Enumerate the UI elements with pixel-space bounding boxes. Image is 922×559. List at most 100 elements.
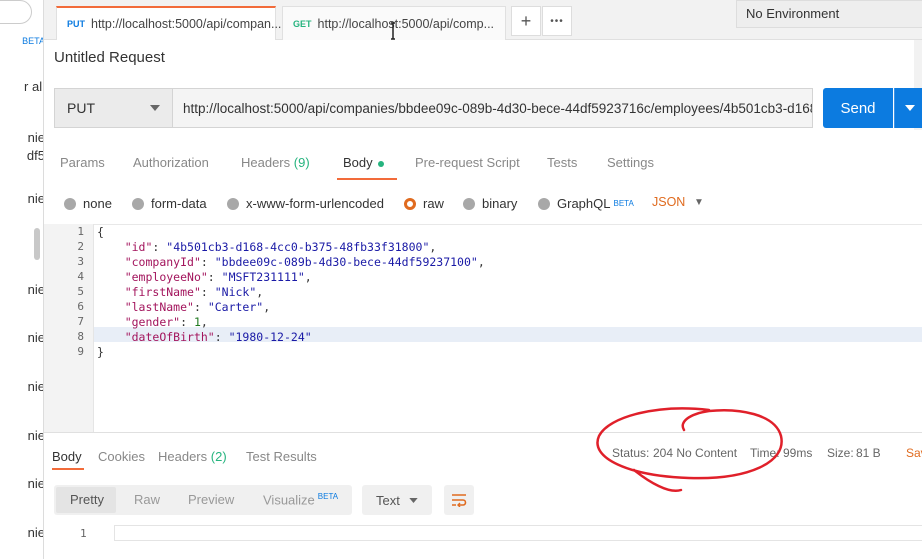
code-line[interactable]: "firstName": "Nick", bbox=[97, 285, 264, 299]
radio-none[interactable]: none bbox=[64, 196, 112, 211]
format-select[interactable]: JSON bbox=[652, 195, 685, 209]
tab-pre-request-script[interactable]: Pre-request Script bbox=[415, 155, 520, 170]
sidebar-scrollbar[interactable] bbox=[34, 228, 40, 260]
response-tab-body[interactable]: Body bbox=[52, 449, 82, 464]
send-button[interactable]: Send bbox=[823, 88, 893, 128]
line-number: 8 bbox=[77, 330, 84, 343]
wrap-lines-button[interactable] bbox=[444, 485, 474, 515]
code-line[interactable]: "companyId": "bbdee09c-089b-4d30-bece-44… bbox=[97, 255, 485, 269]
response-tab-cookies[interactable]: Cookies bbox=[98, 449, 145, 464]
tab-method-get: GET bbox=[293, 18, 312, 29]
format-raw[interactable]: Raw bbox=[134, 492, 160, 507]
response-tab-test-results[interactable]: Test Results bbox=[246, 449, 317, 464]
tab-authorization[interactable]: Authorization bbox=[133, 155, 209, 170]
tab-put-request[interactable]: PUT http://localhost:5000/api/compan... bbox=[56, 6, 281, 40]
response-headers-count: (2) bbox=[210, 449, 227, 464]
sidebar-fragment[interactable]: nie bbox=[28, 525, 43, 540]
wrap-lines-icon bbox=[452, 494, 467, 507]
radio-x-www-form-urlencoded[interactable]: x-www-form-urlencoded bbox=[227, 196, 384, 211]
tab-headers[interactable]: Headers (9) bbox=[241, 155, 310, 170]
code-line[interactable]: } bbox=[97, 345, 104, 359]
tab-body-label: Body bbox=[343, 155, 373, 170]
tab-tests[interactable]: Tests bbox=[547, 155, 577, 170]
tab-options-button[interactable]: ••• bbox=[542, 6, 572, 36]
save-response-button[interactable]: Sav bbox=[906, 446, 922, 460]
radio-graphql[interactable]: GraphQL BETA bbox=[538, 196, 634, 211]
sidebar-fragment[interactable]: r all bbox=[24, 79, 43, 94]
chevron-down-icon bbox=[904, 105, 915, 111]
line-number: 9 bbox=[77, 345, 84, 358]
status-label: Status: bbox=[612, 446, 650, 460]
request-title[interactable]: Untitled Request bbox=[54, 49, 165, 66]
tab-headers-label: Headers bbox=[241, 155, 291, 170]
main-panel: PUT http://localhost:5000/api/compan... … bbox=[44, 0, 922, 559]
sidebar-fragment[interactable]: nie bbox=[28, 130, 43, 145]
sidebar-fragment[interactable]: nie bbox=[28, 191, 43, 206]
radio-form-data[interactable]: form-data bbox=[132, 196, 207, 211]
sidebar-fragment[interactable]: nie bbox=[28, 282, 43, 297]
environment-select[interactable]: No Environment bbox=[736, 0, 922, 28]
new-tab-button[interactable]: + bbox=[511, 6, 541, 36]
chevron-down-icon[interactable]: ▼ bbox=[694, 197, 704, 208]
radio-circle-icon bbox=[64, 197, 76, 210]
method-select[interactable]: PUT bbox=[54, 88, 173, 128]
line-number: 4 bbox=[77, 270, 84, 283]
radio-binary[interactable]: binary bbox=[463, 196, 517, 211]
format-visualize[interactable]: Visualize BETA bbox=[263, 492, 338, 507]
json-value: 1 bbox=[193, 315, 201, 329]
radio-selected-icon bbox=[404, 197, 416, 210]
code-line[interactable]: "employeeNo": "MSFT231111", bbox=[97, 270, 312, 284]
size-value[interactable]: 81 B bbox=[856, 446, 881, 460]
radio-raw[interactable]: raw bbox=[404, 196, 444, 211]
send-options-button[interactable] bbox=[894, 88, 922, 128]
json-colon: : bbox=[152, 240, 167, 254]
code-line[interactable]: { bbox=[97, 225, 104, 239]
line-number: 7 bbox=[77, 315, 84, 328]
radio-circle-icon bbox=[132, 197, 144, 210]
format-pretty[interactable]: Pretty bbox=[70, 492, 104, 507]
tab-params[interactable]: Params bbox=[60, 155, 105, 170]
time-value[interactable]: 99ms bbox=[783, 446, 812, 460]
mouse-cursor-icon bbox=[391, 22, 395, 40]
json-punct: , bbox=[263, 300, 271, 314]
plus-icon: + bbox=[520, 10, 532, 31]
active-tab-underline bbox=[52, 468, 84, 470]
json-key: "employeeNo" bbox=[124, 270, 208, 284]
sidebar-beta-badge: BETA bbox=[22, 36, 44, 46]
code-line[interactable]: "gender": 1, bbox=[97, 315, 208, 329]
sidebar-fragment[interactable]: nie bbox=[28, 330, 43, 345]
time-label: Time: bbox=[750, 446, 780, 460]
json-value: "1980-12-24" bbox=[228, 330, 312, 344]
code-line[interactable]: "lastName": "Carter", bbox=[97, 300, 270, 314]
response-type-value: Text bbox=[376, 492, 400, 508]
json-punct: , bbox=[304, 270, 312, 284]
sidebar-search-pill[interactable] bbox=[0, 0, 32, 24]
tab-settings[interactable]: Settings bbox=[607, 155, 654, 170]
line-number: 3 bbox=[77, 255, 84, 268]
url-input[interactable]: http://localhost:5000/api/companies/bbde… bbox=[173, 88, 813, 128]
radio-label: x-www-form-urlencoded bbox=[246, 196, 384, 211]
format-preview[interactable]: Preview bbox=[188, 492, 234, 507]
sidebar-fragment[interactable]: nie bbox=[28, 428, 43, 443]
json-key: "id" bbox=[124, 240, 153, 254]
sidebar-fragment[interactable]: nie bbox=[28, 379, 43, 394]
more-icon: ••• bbox=[550, 15, 564, 27]
code-line[interactable]: "id": "4b501cb3-d168-4cc0-b375-48fb33f31… bbox=[97, 240, 437, 254]
json-colon: : bbox=[207, 270, 222, 284]
tab-url: http://localhost:5000/api/comp... bbox=[317, 16, 495, 31]
tab-body[interactable]: Body bbox=[343, 155, 384, 170]
response-tab-headers[interactable]: Headers (2) bbox=[158, 449, 227, 464]
response-body-viewer[interactable] bbox=[114, 525, 922, 541]
beta-badge: BETA bbox=[317, 492, 339, 501]
response-type-select[interactable]: Text bbox=[362, 485, 432, 515]
json-colon: : bbox=[200, 285, 215, 299]
sidebar-fragment[interactable]: df5 bbox=[27, 148, 43, 163]
code-line[interactable]: "dateOfBirth": "1980-12-24" bbox=[97, 330, 312, 344]
sidebar-fragment[interactable]: nie bbox=[28, 476, 43, 491]
status-value[interactable]: 204 No Content bbox=[653, 446, 737, 460]
visualize-label: Visualize bbox=[263, 492, 315, 508]
